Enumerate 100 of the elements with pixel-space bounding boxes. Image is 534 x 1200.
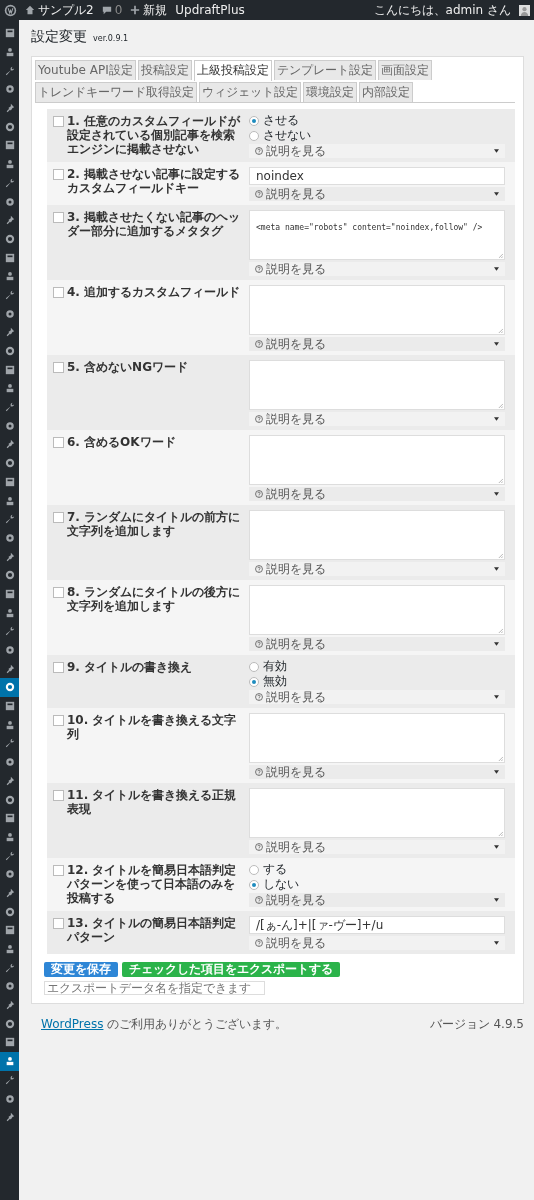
checkbox[interactable] bbox=[53, 790, 64, 801]
text-field[interactable]: noindex bbox=[249, 167, 505, 185]
square-icon bbox=[4, 925, 15, 936]
account-link[interactable]: こんにちは、admin さん bbox=[373, 1, 511, 19]
help-toggle[interactable]: 説明を見る bbox=[249, 893, 505, 907]
footer-text: のご利用ありがとうございます。 bbox=[107, 1017, 288, 1031]
resize-grip-icon[interactable] bbox=[498, 328, 503, 333]
caret-icon bbox=[494, 267, 499, 271]
radio-button[interactable] bbox=[249, 661, 259, 672]
tab[interactable]: 上級投稿設定 bbox=[193, 60, 272, 81]
caret-icon bbox=[494, 695, 499, 699]
square-icon bbox=[4, 364, 15, 375]
help-toggle[interactable]: 説明を見る bbox=[249, 412, 505, 426]
radio-button[interactable] bbox=[249, 864, 259, 875]
caret-icon bbox=[494, 149, 499, 153]
checkbox[interactable] bbox=[53, 865, 64, 876]
person-icon bbox=[4, 383, 15, 394]
question-icon bbox=[255, 896, 263, 904]
person-icon bbox=[4, 495, 15, 506]
help-toggle[interactable]: 説明を見る bbox=[249, 936, 505, 950]
plugin-link[interactable]: UpdraftPlus bbox=[175, 3, 245, 17]
wordpress-link[interactable]: WordPress bbox=[41, 1017, 104, 1031]
setting-label: 12. タイトルを簡易日本語判定パターンを使って日本語のみを投稿する bbox=[67, 863, 238, 905]
help-toggle[interactable]: 説明を見る bbox=[249, 187, 505, 201]
help-toggle[interactable]: 説明を見る bbox=[249, 337, 505, 351]
radio-button[interactable] bbox=[249, 130, 259, 141]
resize-grip-icon[interactable] bbox=[498, 628, 503, 633]
tab[interactable]: Youtube API設定 bbox=[35, 60, 136, 80]
checkbox[interactable] bbox=[53, 715, 64, 726]
tab[interactable]: 環境設定 bbox=[303, 82, 357, 102]
logo-icon[interactable] bbox=[4, 3, 17, 17]
help-toggle[interactable]: 説明を見る bbox=[249, 262, 505, 276]
help-toggle[interactable]: 説明を見る bbox=[249, 840, 505, 854]
help-toggle[interactable]: 説明を見る bbox=[249, 765, 505, 779]
option-label: させる bbox=[263, 112, 299, 129]
tab[interactable]: ウィジェット設定 bbox=[199, 82, 301, 102]
export-name-field[interactable]: エクスポートデータ名を指定できます bbox=[44, 981, 265, 995]
wrench-icon bbox=[4, 1074, 15, 1085]
square-icon bbox=[4, 28, 15, 39]
checkbox[interactable] bbox=[53, 362, 64, 373]
radio-button[interactable] bbox=[249, 676, 259, 687]
tab[interactable]: 内部設定 bbox=[359, 82, 413, 102]
setting-label: 7. ランダムにタイトルの前方に文字列を追加します bbox=[67, 510, 242, 538]
checkbox[interactable] bbox=[53, 918, 64, 929]
tab[interactable]: テンプレート設定 bbox=[273, 60, 376, 80]
square-icon bbox=[4, 140, 15, 151]
resize-grip-icon[interactable] bbox=[498, 756, 503, 761]
help-toggle[interactable]: 説明を見る bbox=[249, 637, 505, 651]
help-toggle[interactable]: 説明を見る bbox=[249, 562, 505, 576]
tab[interactable]: 投稿設定 bbox=[137, 60, 192, 80]
resize-grip-icon[interactable] bbox=[498, 478, 503, 483]
person-icon bbox=[4, 831, 15, 842]
help-toggle[interactable]: 説明を見る bbox=[249, 144, 505, 158]
question-icon bbox=[255, 939, 263, 947]
checkbox[interactable] bbox=[53, 212, 64, 223]
square-icon bbox=[4, 252, 15, 263]
tab[interactable]: 画面設定 bbox=[377, 60, 432, 80]
resize-grip-icon[interactable] bbox=[498, 553, 503, 558]
question-icon bbox=[255, 490, 263, 498]
setting-label: 9. タイトルの書き換え bbox=[67, 660, 193, 674]
option-label: する bbox=[263, 861, 287, 878]
resize-grip-icon[interactable] bbox=[498, 831, 503, 836]
checkbox[interactable] bbox=[53, 437, 64, 448]
checkbox[interactable] bbox=[53, 662, 64, 673]
avatar-icon[interactable] bbox=[519, 4, 530, 16]
person-icon bbox=[4, 944, 15, 955]
save-button[interactable]: 変更を保存 bbox=[44, 962, 118, 977]
comments-link[interactable]: 0 bbox=[101, 3, 123, 17]
checkbox[interactable] bbox=[53, 287, 64, 298]
help-toggle[interactable]: 説明を見る bbox=[249, 487, 505, 501]
pin-icon bbox=[4, 775, 15, 786]
option-label: させない bbox=[263, 127, 311, 144]
checkbox[interactable] bbox=[53, 512, 64, 523]
text-area[interactable]: <meta name="robots" content="noindex,follow" /> bbox=[249, 210, 505, 260]
setting-label: 5. 含めないNGワード bbox=[67, 360, 188, 374]
tab[interactable]: トレンドキーワード取得設定 bbox=[35, 82, 197, 102]
question-icon bbox=[255, 640, 263, 648]
question-icon bbox=[255, 693, 263, 701]
checkbox[interactable] bbox=[53, 587, 64, 598]
radio-button[interactable] bbox=[249, 879, 259, 890]
menu-item-active[interactable] bbox=[0, 1051, 19, 1071]
pin-icon bbox=[4, 1112, 15, 1123]
option-label: しない bbox=[263, 876, 299, 893]
caret-icon bbox=[494, 342, 499, 346]
text-field[interactable]: /[ぁ-ん]+|[ァ-ヴー]+/u bbox=[249, 916, 505, 934]
ring-icon bbox=[4, 682, 15, 693]
checkbox[interactable] bbox=[53, 116, 64, 127]
new-link[interactable]: 新規 bbox=[130, 1, 168, 19]
ring-icon bbox=[4, 906, 15, 917]
checkbox[interactable] bbox=[53, 169, 64, 180]
radio-button[interactable] bbox=[249, 115, 259, 126]
person-icon bbox=[4, 159, 15, 170]
help-toggle[interactable]: 説明を見る bbox=[249, 690, 505, 704]
site-link[interactable]: サンプル2 bbox=[25, 1, 94, 19]
person-icon bbox=[4, 271, 15, 282]
wrench-icon bbox=[4, 177, 15, 188]
resize-grip-icon[interactable] bbox=[498, 253, 503, 258]
resize-grip-icon[interactable] bbox=[498, 403, 503, 408]
setting-label: 6. 含めるOKワード bbox=[67, 435, 176, 449]
ring-icon bbox=[4, 346, 15, 357]
